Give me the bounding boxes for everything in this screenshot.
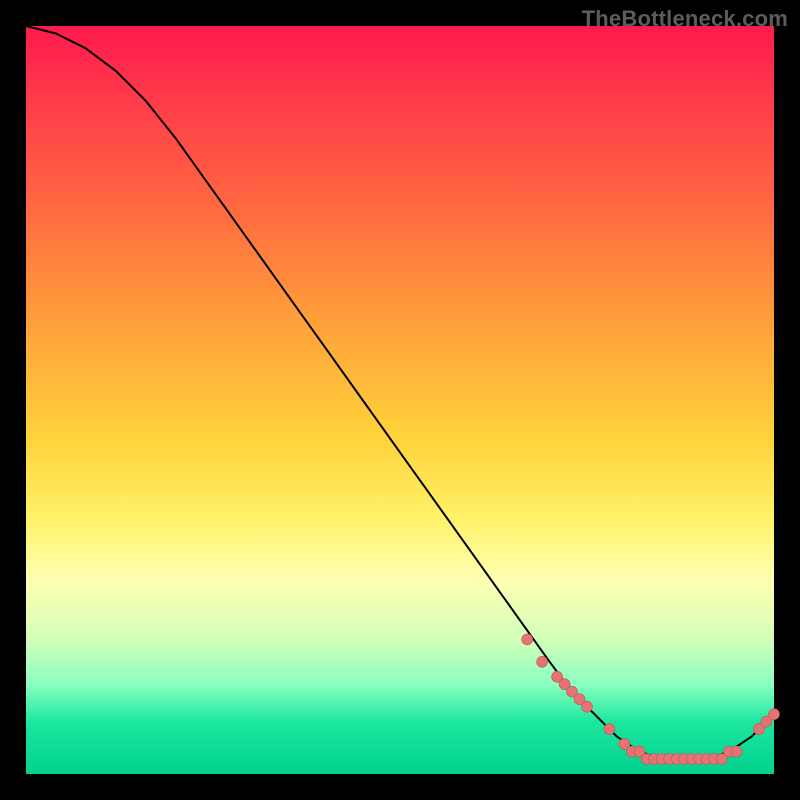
- chart-stage: TheBottleneck.com: [0, 0, 800, 800]
- highlight-point: [522, 634, 533, 645]
- chart-overlay: [26, 26, 774, 774]
- watermark-label: TheBottleneck.com: [582, 6, 788, 32]
- highlight-point: [582, 701, 593, 712]
- highlight-point: [731, 746, 742, 757]
- bottleneck-curve: [26, 26, 774, 759]
- highlight-point: [769, 709, 780, 720]
- highlight-point: [604, 724, 615, 735]
- highlight-point: [537, 656, 548, 667]
- chart-plot-area: [26, 26, 774, 774]
